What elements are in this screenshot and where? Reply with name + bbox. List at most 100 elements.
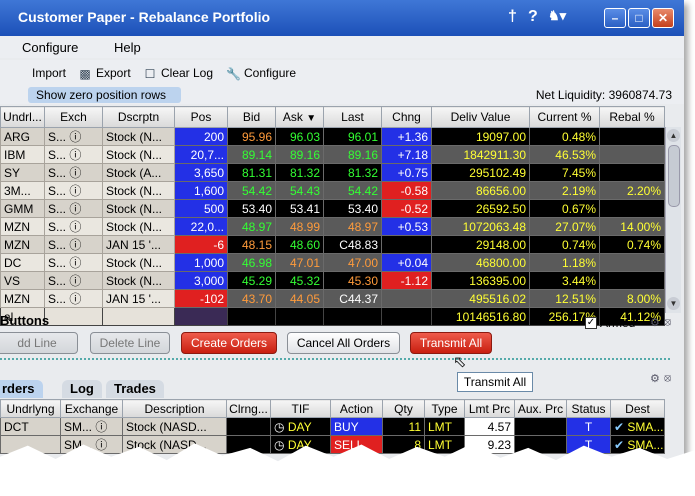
order-action[interactable]: BUY xyxy=(330,417,383,436)
col-last[interactable]: Last xyxy=(323,106,382,128)
cell-rebal[interactable] xyxy=(599,253,665,272)
cell-exch: S... ⓘ xyxy=(44,289,103,308)
cell-rebal[interactable]: 14.00% xyxy=(599,217,665,236)
table-row[interactable]: MZN S... ⓘ JAN 15 '... -102 43.70 44.05 … xyxy=(0,289,665,308)
col-type[interactable]: Type xyxy=(424,399,465,418)
grid-scrollbar[interactable]: ▲ ▼ xyxy=(665,127,681,313)
order-row[interactable]: SM... ⓘ Stock (NASD... ◷ DAY SELL 8 LMT … xyxy=(0,435,665,454)
col-dscrptn[interactable]: Dscrptn xyxy=(102,106,175,128)
export-icon: ▩ xyxy=(79,67,91,81)
col-qty[interactable]: Qty xyxy=(382,399,425,418)
info-icon[interactable]: ⓘ xyxy=(69,166,81,180)
import-button[interactable]: Import xyxy=(32,66,66,80)
col-pos[interactable]: Pos xyxy=(174,106,228,128)
cell-desc: JAN 15 '... xyxy=(102,289,175,308)
table-row[interactable]: IBM S... ⓘ Stock (N... 20,7... 89.14 89.… xyxy=(0,145,665,164)
cell-rebal[interactable]: 0.74% xyxy=(599,235,665,254)
check-icon[interactable]: ✓ xyxy=(585,317,597,329)
export-button[interactable]: ▩ Export xyxy=(78,66,130,81)
info-icon[interactable]: ⓘ xyxy=(95,420,107,434)
col-description[interactable]: Description xyxy=(122,399,227,418)
order-row[interactable]: DCT SM... ⓘ Stock (NASD... ◷ DAY BUY 11 … xyxy=(0,417,665,436)
close-button[interactable]: ✕ xyxy=(652,8,674,28)
panel-divider[interactable] xyxy=(0,358,670,360)
col-deliv-value[interactable]: Deliv Value xyxy=(431,106,530,128)
transmit-all-button[interactable]: Transmit All xyxy=(410,332,492,354)
col-clrng[interactable]: Clrng... xyxy=(226,399,271,418)
pin-icon[interactable]: † xyxy=(508,8,517,26)
info-icon[interactable]: ⓘ xyxy=(95,438,107,452)
help-icon[interactable]: ? xyxy=(528,8,538,26)
table-row[interactable]: VS S... ⓘ Stock (N... 3,000 45.29 45.32 … xyxy=(0,271,665,290)
close-panel-icon[interactable]: ⦻ xyxy=(664,316,671,329)
scroll-up-icon[interactable]: ▲ xyxy=(667,129,680,142)
table-row[interactable]: GMM S... ⓘ Stock (N... 500 53.40 53.41 5… xyxy=(0,199,665,218)
table-row[interactable]: ARG S... ⓘ Stock (N... 200 95.96 96.03 9… xyxy=(0,127,665,146)
info-icon[interactable]: ⓘ xyxy=(69,238,81,252)
order-dest[interactable]: ✔ SMA... xyxy=(610,417,665,436)
cell-rebal[interactable] xyxy=(599,145,665,164)
order-qty[interactable]: 11 xyxy=(382,417,425,436)
cell-last: 47.00 xyxy=(323,253,382,272)
col-status[interactable]: Status xyxy=(566,399,611,418)
create-orders-button[interactable]: Create Orders xyxy=(181,332,277,354)
col-tif[interactable]: TIF xyxy=(270,399,331,418)
order-type[interactable]: LMT xyxy=(424,417,465,436)
menu-help[interactable]: Help xyxy=(114,40,141,55)
cell-pos: 200 xyxy=(174,127,228,146)
order-aux-prc[interactable] xyxy=(514,417,567,436)
col-action[interactable]: Action xyxy=(330,399,383,418)
cell-rebal[interactable] xyxy=(599,199,665,218)
col-dest[interactable]: Dest xyxy=(610,399,665,418)
table-row[interactable]: MZN S... ⓘ JAN 15 '... -6 48.15 48.60 C4… xyxy=(0,235,665,254)
table-row[interactable]: SY S... ⓘ Stock (A... 3,650 81.31 81.32 … xyxy=(0,163,665,182)
info-icon[interactable]: ⓘ xyxy=(69,184,81,198)
cell-rebal[interactable]: 8.00% xyxy=(599,289,665,308)
col-current-pct[interactable]: Current % xyxy=(529,106,600,128)
cell-rebal[interactable] xyxy=(599,127,665,146)
col-chng[interactable]: Chng xyxy=(381,106,432,128)
col-bid[interactable]: Bid xyxy=(227,106,276,128)
scroll-thumb[interactable] xyxy=(668,145,680,207)
add-line-button[interactable]: dd Line xyxy=(0,332,78,354)
tab-log[interactable]: Log xyxy=(62,380,102,398)
col-rebal-pct[interactable]: Rebal % xyxy=(599,106,665,128)
order-tif[interactable]: ◷ DAY xyxy=(270,417,331,436)
show-zero-rows-toggle[interactable]: Show zero position rows xyxy=(28,87,181,103)
cell-rebal[interactable]: 2.20% xyxy=(599,181,665,200)
info-icon[interactable]: ⓘ xyxy=(69,220,81,234)
info-icon[interactable]: ⓘ xyxy=(69,292,81,306)
settings-icon[interactable]: ⚙ xyxy=(650,316,660,329)
link-icon[interactable]: ♞▾ xyxy=(548,8,566,24)
col-ask[interactable]: Ask ▼ xyxy=(275,106,324,128)
exch-text: S... xyxy=(48,166,67,180)
configure-button[interactable]: 🔧 Configure xyxy=(226,66,296,81)
col-undrl[interactable]: Undrl... xyxy=(0,106,45,128)
table-row[interactable]: DC S... ⓘ Stock (N... 1,000 46.98 47.01 … xyxy=(0,253,665,272)
cancel-all-orders-button[interactable]: Cancel All Orders xyxy=(287,332,400,354)
tab-trades[interactable]: Trades xyxy=(106,380,164,398)
info-icon[interactable]: ⓘ xyxy=(69,130,81,144)
tab-orders[interactable]: rders xyxy=(0,380,43,398)
col-aux-prc[interactable]: Aux. Prc xyxy=(514,399,567,418)
info-icon[interactable]: ⓘ xyxy=(69,202,81,216)
info-icon[interactable]: ⓘ xyxy=(69,274,81,288)
clear-log-button[interactable]: ☐ Clear Log xyxy=(143,66,213,81)
scroll-down-icon[interactable]: ▼ xyxy=(667,297,680,310)
col-undrlyng[interactable]: Undrlyng xyxy=(0,399,61,418)
minimize-button[interactable]: – xyxy=(604,8,626,28)
col-exchange[interactable]: Exchange xyxy=(60,399,123,418)
cell-rebal[interactable] xyxy=(599,163,665,182)
table-row[interactable]: MZN S... ⓘ Stock (N... 22,0... 48.97 48.… xyxy=(0,217,665,236)
maximize-button[interactable]: □ xyxy=(628,8,650,28)
info-icon[interactable]: ⓘ xyxy=(69,148,81,162)
col-exch[interactable]: Exch xyxy=(44,106,103,128)
cell-rebal[interactable] xyxy=(599,271,665,290)
order-lmt-prc[interactable]: 4.57 xyxy=(464,417,515,436)
info-icon[interactable]: ⓘ xyxy=(69,256,81,270)
col-lmt-prc[interactable]: Lmt Prc xyxy=(464,399,515,418)
table-row[interactable]: 3M... S... ⓘ Stock (N... 1,600 54.42 54.… xyxy=(0,181,665,200)
delete-line-button[interactable]: Delete Line xyxy=(90,332,170,354)
menu-configure[interactable]: Configure xyxy=(22,40,78,55)
armed-checkbox[interactable]: ✓ Armed xyxy=(585,316,635,330)
